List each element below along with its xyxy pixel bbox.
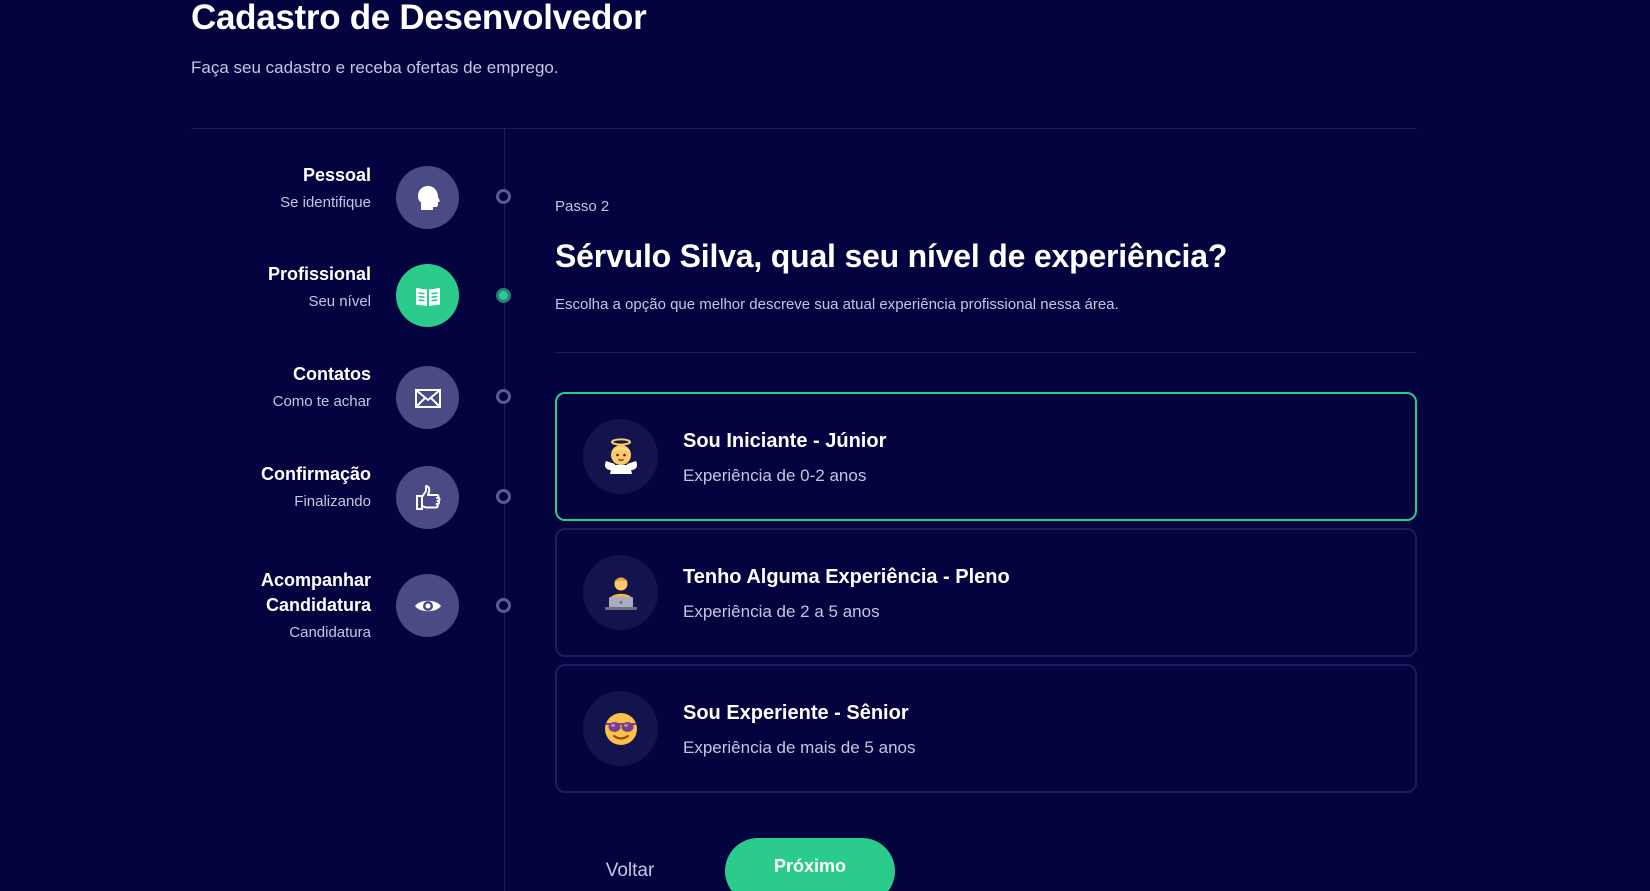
step-subtitle: Se identifique	[280, 194, 371, 211]
back-button[interactable]: Voltar	[580, 856, 680, 886]
sunglasses-face-icon	[604, 712, 637, 745]
head-icon	[417, 185, 440, 210]
option-subtitle: Experiência de 0-2 anos	[683, 466, 867, 485]
step-title: Confirmação	[260, 464, 371, 484]
step-subtitle: Seu nível	[308, 293, 371, 310]
step-indicator	[496, 598, 511, 613]
step-indicator	[496, 189, 511, 204]
step-title-line1: Acompanhar	[260, 570, 371, 590]
step-confirmacao[interactable]: Confirmação Finalizando	[200, 462, 540, 542]
option-subtitle: Experiência de 2 a 5 anos	[683, 602, 880, 621]
step-text: Acompanhar Candidatura Candidatura	[111, 568, 371, 643]
step-title-line2: Candidatura	[265, 595, 371, 615]
option-emoji-circle	[583, 691, 658, 766]
registration-page: Cadastro de Desenvolvedor Faça seu cadas…	[0, 0, 1650, 891]
option-title: Sou Iniciante - Júnior	[683, 430, 887, 452]
header-divider	[191, 128, 1417, 129]
thumbs-up-icon	[415, 484, 440, 510]
step-subtitle: Como te achar	[272, 393, 371, 410]
step-profissional[interactable]: Profissional Seu nível	[200, 262, 540, 342]
step-text: Pessoal Se identifique	[111, 163, 371, 213]
envelope-icon	[414, 388, 441, 408]
step-icon-circle	[396, 466, 459, 529]
step-pessoal[interactable]: Pessoal Se identifique	[200, 163, 540, 243]
next-button[interactable]: Próximo	[725, 838, 895, 891]
baby-angel-icon	[604, 437, 637, 474]
content-divider	[555, 352, 1417, 353]
technologist-icon	[604, 577, 637, 610]
option-junior[interactable]: Sou Iniciante - Júnior Experiência de 0-…	[555, 392, 1417, 521]
step-title: Pessoal	[302, 165, 371, 185]
step-contatos[interactable]: Contatos Como te achar	[200, 362, 540, 442]
eye-icon	[414, 600, 441, 611]
step-indicator	[496, 389, 511, 404]
step-acompanhar-candidatura[interactable]: Acompanhar Candidatura Candidatura	[200, 568, 540, 658]
option-senior[interactable]: Sou Experiente - Sênior Experiência de m…	[555, 664, 1417, 793]
step-indicator	[496, 489, 511, 504]
page-subtitle: Faça seu cadastro e receba ofertas de em…	[191, 58, 559, 77]
page-title: Cadastro de Desenvolvedor	[191, 0, 647, 37]
option-pleno[interactable]: Tenho Alguma Experiência - Pleno Experiê…	[555, 528, 1417, 657]
step-icon-circle	[396, 166, 459, 229]
step-title: Profissional	[267, 264, 371, 284]
step-text: Confirmação Finalizando	[111, 462, 371, 512]
option-title: Sou Experiente - Sênior	[683, 702, 909, 724]
step-text: Contatos Como te achar	[111, 362, 371, 412]
book-icon	[415, 287, 440, 306]
step-title: Contatos	[293, 364, 371, 384]
step-icon-circle	[396, 264, 459, 327]
option-title: Tenho Alguma Experiência - Pleno	[683, 566, 1010, 588]
step-text: Profissional Seu nível	[111, 262, 371, 312]
option-emoji-circle	[583, 419, 658, 494]
step-number-label: Passo 2	[555, 198, 610, 215]
option-emoji-circle	[583, 555, 658, 630]
question-heading: Sérvulo Silva, qual seu nível de experiê…	[555, 238, 1228, 274]
question-description: Escolha a opção que melhor descreve sua …	[555, 296, 1119, 313]
step-icon-circle	[396, 366, 459, 429]
option-subtitle: Experiência de mais de 5 anos	[683, 738, 916, 757]
step-icon-circle	[396, 574, 459, 637]
step-subtitle: Candidatura	[289, 624, 371, 641]
step-indicator-active	[496, 288, 511, 303]
step-subtitle: Finalizando	[294, 493, 371, 510]
